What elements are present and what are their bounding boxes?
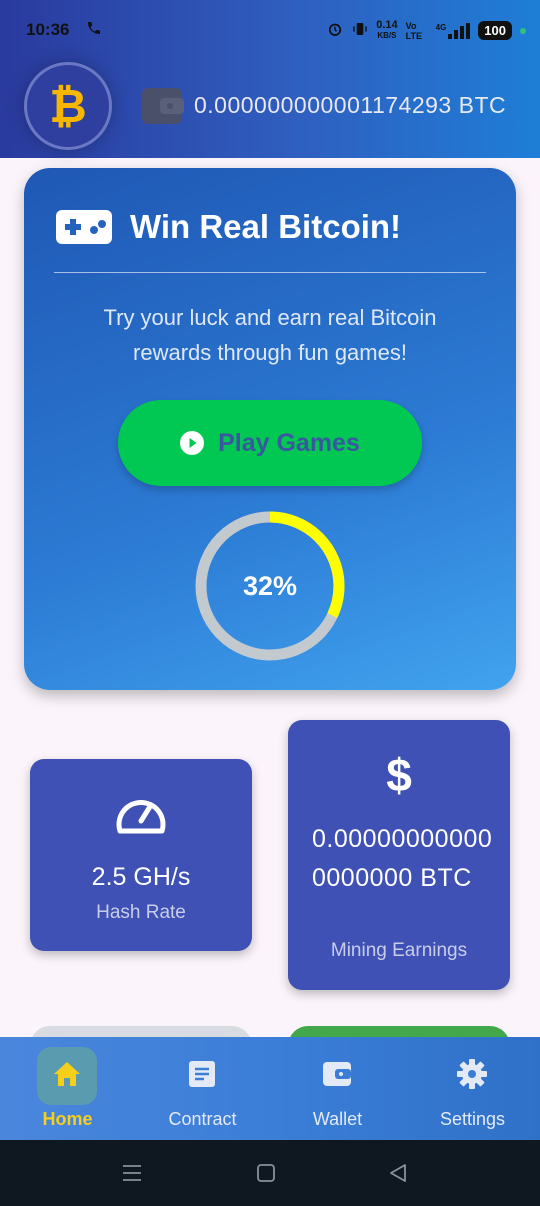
nav-item-settings[interactable]: Settings (405, 1037, 540, 1140)
nav-item-contract[interactable]: Contract (135, 1037, 270, 1140)
earnings-label: Mining Earnings (330, 940, 468, 961)
dollar-icon: $ (386, 749, 412, 801)
hash-rate-card: 2.5 GH/s Hash Rate (30, 759, 252, 951)
nav-wallet-wrap (307, 1047, 367, 1105)
gear-icon (456, 1058, 488, 1095)
volte-label: Vo LTE (405, 20, 422, 41)
hash-rate-label: Hash Rate (96, 902, 186, 923)
app-header: 10:36 0.14 KB/S Vo LTE 4G 100 ₿ 0.000000… (0, 0, 540, 158)
win-bitcoin-card: Win Real Bitcoin! Try your luck and earn… (24, 168, 516, 690)
document-icon (188, 1060, 216, 1093)
status-bar: 10:36 0.14 KB/S Vo LTE 4G 100 (0, 0, 540, 62)
progress-percent: 32% (242, 570, 298, 601)
recents-button[interactable] (122, 1164, 142, 1187)
vibrate-icon (352, 20, 368, 41)
progress-ring: 32% (194, 510, 346, 662)
wallet-nav-icon (322, 1060, 352, 1093)
play-games-label: Play Games (218, 428, 360, 457)
home-button[interactable] (257, 1164, 275, 1187)
signal-icon: 4G (435, 22, 471, 39)
privacy-dot (520, 27, 526, 34)
nav-home-highlight (37, 1047, 97, 1105)
nav-label-contract: Contract (168, 1109, 237, 1129)
data-speed: 0.14 KB/S (376, 20, 397, 41)
home-icon (52, 1060, 82, 1093)
nav-item-wallet[interactable]: Wallet (270, 1037, 405, 1140)
earnings-value: 0.000000000000000000 BTC (312, 825, 493, 892)
mining-earnings-card: $ 0.000000000000000000 BTC Mining Earnin… (288, 720, 510, 990)
bitcoin-icon: ₿ (49, 80, 87, 132)
nav-item-home[interactable]: Home (0, 1037, 135, 1140)
back-button[interactable] (389, 1164, 407, 1187)
nav-contract-wrap (172, 1047, 232, 1105)
card-divider (54, 272, 486, 273)
alarm-icon (326, 20, 344, 41)
battery-indicator: 100 (478, 21, 512, 40)
nav-label-settings: Settings (439, 1109, 506, 1129)
network-type: 4G (435, 22, 447, 32)
status-icons: 0.14 KB/S Vo LTE 4G 100 (326, 20, 526, 41)
speedometer-icon (114, 791, 168, 837)
play-games-button[interactable]: Play Games (118, 400, 422, 486)
data-speed-value: 0.14 (376, 19, 398, 31)
nav-label-home: Home (42, 1109, 93, 1129)
play-icon (180, 431, 205, 455)
nav-settings-wrap (442, 1047, 502, 1105)
status-time: 10:36 (26, 20, 70, 39)
hash-rate-value: 2.5 GH/s (91, 863, 191, 891)
wallet-icon (142, 86, 184, 126)
gamepad-icon (56, 210, 112, 244)
data-speed-unit: KB/S (377, 31, 397, 40)
bottom-navigation: Home Contract Wallet Settings (0, 1037, 540, 1140)
bitcoin-logo[interactable]: ₿ (24, 62, 112, 150)
system-navigation-bar (0, 1140, 540, 1206)
card-subtitle: Try your luck and earn real Bitcoin rewa… (103, 305, 437, 365)
nav-label-wallet: Wallet (312, 1109, 363, 1129)
call-icon (86, 20, 102, 41)
wallet-balance: 0.000000000001174293 BTC (194, 92, 507, 118)
card-title: Win Real Bitcoin! (130, 208, 402, 245)
card-title-row: Win Real Bitcoin! (56, 208, 401, 246)
